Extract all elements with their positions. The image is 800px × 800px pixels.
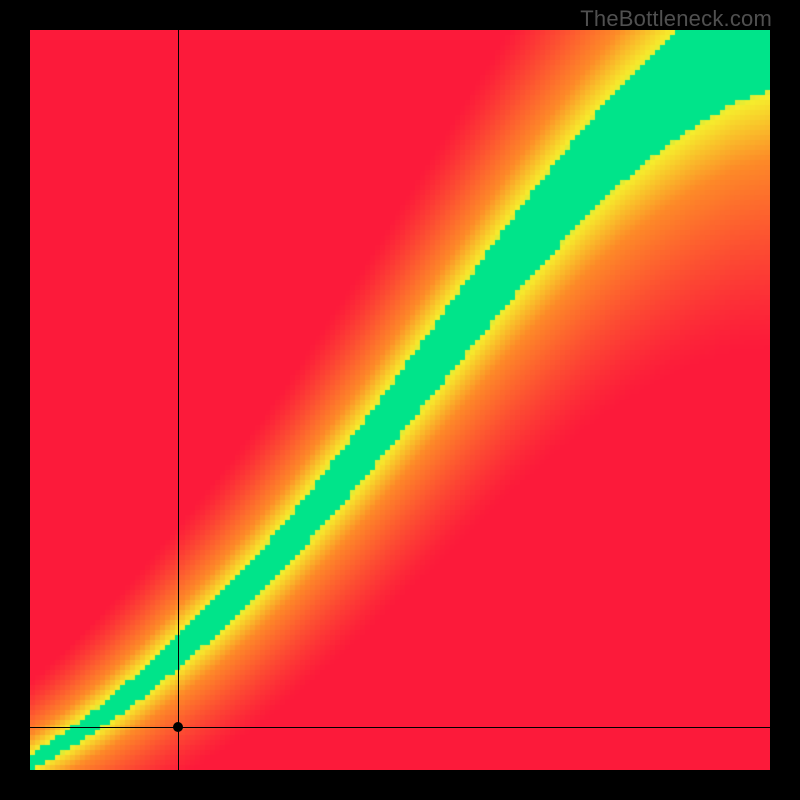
heatmap-canvas [30,30,770,770]
watermark-text: TheBottleneck.com [580,6,772,32]
crosshair-vertical [178,30,179,770]
chart-frame: TheBottleneck.com [0,0,800,800]
crosshair-horizontal [30,727,770,728]
plot-area [30,30,770,770]
